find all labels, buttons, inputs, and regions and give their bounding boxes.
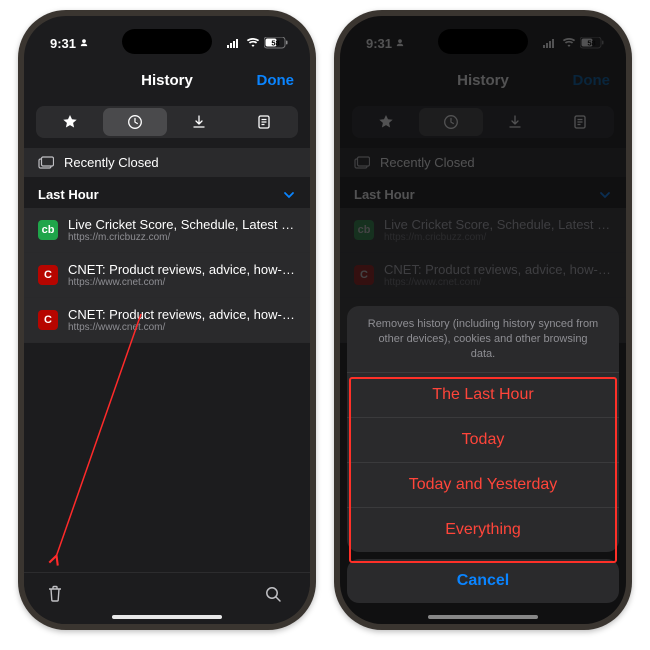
section-header-label: Last Hour [38,187,99,202]
battery-icon: 58 [264,37,288,49]
download-icon [191,114,207,130]
seg-downloads[interactable] [167,108,232,136]
seg-readinglist[interactable] [232,108,297,136]
chevron-down-icon [282,188,296,202]
delete-button[interactable] [46,584,64,604]
trash-icon [46,584,64,604]
sheet-option[interactable]: Today and Yesterday [347,463,619,508]
recently-closed-label: Recently Closed [64,155,159,170]
sheet-description: Removes history (including history synce… [347,306,619,373]
sheet-cancel-button[interactable]: Cancel [347,559,619,603]
clear-history-sheet: Removes history (including history synce… [347,306,619,617]
home-indicator [112,615,222,619]
phone-left: 9:31 58 History Done [18,10,316,630]
entry-url: https://www.cnet.com/ [68,322,296,333]
history-entry[interactable]: cb Live Cricket Score, Schedule, Latest N… [24,208,310,253]
seg-history[interactable] [103,108,168,136]
svg-text:58: 58 [271,39,279,48]
sheet-option[interactable]: Everything [347,508,619,552]
entry-url: https://m.cricbuzz.com/ [68,232,296,243]
tabs-icon [38,156,54,170]
person-icon [79,38,89,48]
site-favicon: C [38,265,58,285]
entry-title: Live Cricket Score, Schedule, Latest New… [68,217,296,232]
entry-title: CNET: Product reviews, advice, how-tos a… [68,262,296,277]
nav-bar: History Done [24,60,310,100]
site-favicon: C [38,310,58,330]
annotation-arrow [46,309,146,569]
star-icon [62,114,78,130]
done-button[interactable]: Done [257,72,295,89]
dynamic-island [122,29,212,54]
phone-right: 9:31 58 History Done Recently Closed Las… [334,10,632,630]
history-entry[interactable]: C CNET: Product reviews, advice, how-tos … [24,253,310,298]
readinglist-icon [256,114,272,130]
entry-url: https://www.cnet.com/ [68,277,296,288]
segmented-control[interactable] [36,106,298,138]
history-entry[interactable]: C CNET: Product reviews, advice, how-tos … [24,298,310,343]
sheet-option[interactable]: Today [347,418,619,463]
status-time: 9:31 [50,36,76,51]
site-favicon: cb [38,220,58,240]
seg-bookmarks[interactable] [38,108,103,136]
section-header-lasthour[interactable]: Last Hour [24,177,310,208]
entry-title: CNET: Product reviews, advice, how-tos a… [68,307,296,322]
clock-icon [127,114,143,130]
recently-closed-row[interactable]: Recently Closed [24,148,310,177]
wifi-icon [246,38,260,48]
search-button[interactable] [264,585,282,603]
search-icon [264,585,282,603]
cellular-icon [227,38,242,48]
sheet-option[interactable]: The Last Hour [347,373,619,418]
page-title: History [141,72,193,89]
